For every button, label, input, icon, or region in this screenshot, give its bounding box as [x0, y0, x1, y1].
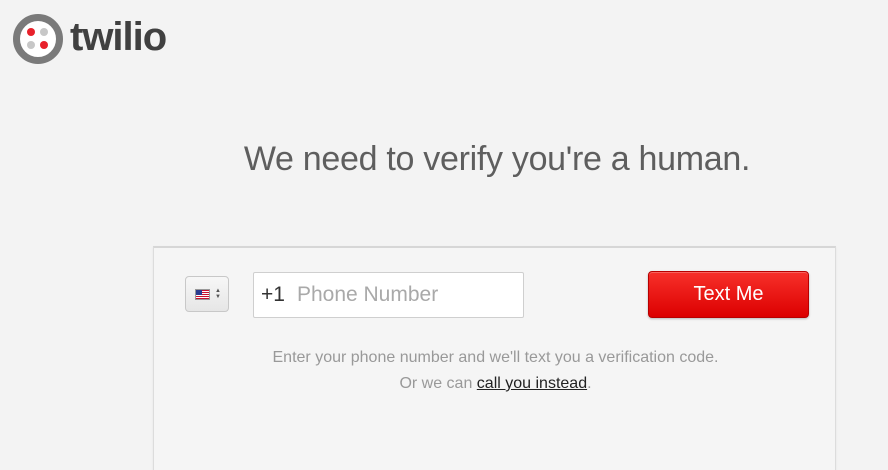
country-code-prefix: +1	[261, 283, 285, 306]
page-heading: We need to verify you're a human.	[243, 140, 751, 178]
twilio-logo[interactable]: twilio	[13, 14, 167, 64]
verification-page: twilio We need to verify you're a human.…	[0, 0, 888, 470]
helper-line-2-prefix: Or we can	[399, 375, 477, 392]
twilio-logo-icon	[13, 14, 63, 64]
logo-dot-top-right	[40, 28, 48, 36]
logo-wordmark: twilio	[70, 15, 167, 59]
verification-card: ▲▼ +1 Text Me Enter your phone number an…	[153, 246, 836, 470]
flag-canton	[196, 290, 202, 295]
us-flag-icon	[195, 289, 210, 300]
helper-text: Enter your phone number and we'll text y…	[154, 345, 837, 397]
helper-line-1: Enter your phone number and we'll text y…	[272, 349, 719, 366]
phone-number-field[interactable]: +1	[253, 272, 524, 318]
logo-dot-top-left	[27, 28, 35, 36]
call-you-instead-link[interactable]: call you instead	[477, 375, 587, 392]
select-arrows-icon: ▲ ▼	[215, 288, 221, 300]
logo-dot-bottom-right	[40, 41, 48, 49]
logo-dot-bottom-left	[27, 41, 35, 49]
text-me-button[interactable]: Text Me	[648, 271, 809, 318]
helper-line-2: Or we can call you instead.	[154, 371, 837, 397]
helper-line-2-suffix: .	[587, 375, 592, 392]
phone-number-input[interactable]	[296, 283, 507, 307]
country-select[interactable]: ▲ ▼	[185, 276, 229, 312]
